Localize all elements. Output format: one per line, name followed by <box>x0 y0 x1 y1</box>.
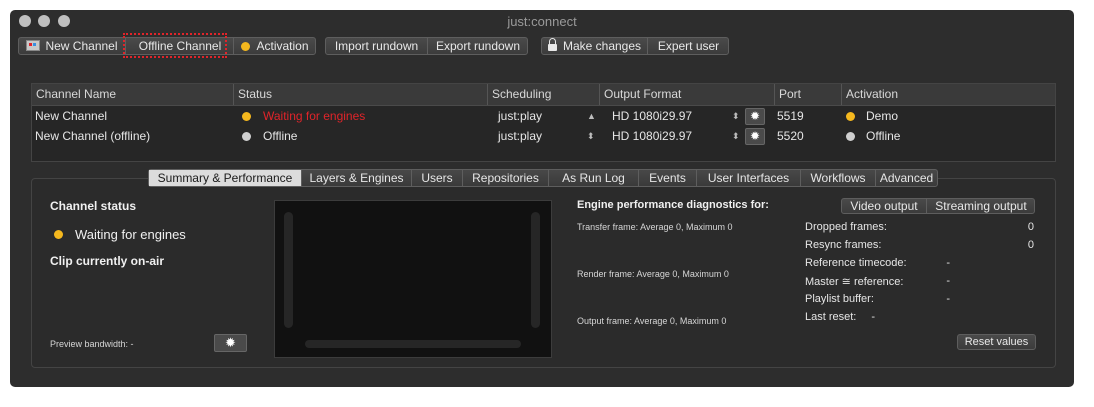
port-cell: 5520 <box>777 129 804 143</box>
port-cell: 5519 <box>777 109 804 123</box>
import-rundown-button[interactable]: Import rundown <box>326 38 427 54</box>
preview-bandwidth-label: Preview bandwidth: - <box>50 339 134 349</box>
tab-bar: Summary & Performance Layers & Engines U… <box>148 169 938 187</box>
make-changes-label: Make changes <box>562 39 642 53</box>
output-format-cell[interactable]: HD 1080i29.97 <box>612 106 692 126</box>
preview-area <box>274 200 552 358</box>
new-channel-icon <box>26 40 41 52</box>
video-output-button[interactable]: Video output <box>842 199 926 213</box>
scheduling-cell[interactable]: just:play <box>498 106 542 126</box>
output-frame-text: Output frame: Average 0, Maximum 0 <box>577 316 727 326</box>
tab-events[interactable]: Events <box>638 170 696 186</box>
lock-icon <box>547 38 557 52</box>
stat-value: - <box>871 311 875 323</box>
channels-table: Channel Name Status Scheduling Output Fo… <box>31 83 1056 162</box>
new-channel-button[interactable]: New Channel <box>19 38 125 54</box>
export-rundown-button[interactable]: Export rundown <box>427 38 528 54</box>
status-cell: Offline <box>242 126 297 146</box>
activation-dot-icon <box>846 112 855 122</box>
table-row[interactable]: New Channel Waiting for engines just:pla… <box>32 106 1055 126</box>
table-header: Channel Name Status Scheduling Output Fo… <box>32 84 1055 106</box>
stepper-icon[interactable]: ⬍ <box>587 126 595 146</box>
stat-label: Dropped frames: <box>805 221 887 233</box>
preview-settings-gear-icon[interactable]: ✹ <box>214 334 247 352</box>
column-header-activation[interactable]: Activation <box>842 84 1055 105</box>
main-window: just:connect New Channel Offline Channel… <box>10 10 1074 387</box>
make-changes-button[interactable]: Make changes <box>542 38 647 54</box>
status-text: Offline <box>263 129 298 143</box>
performance-title: Engine performance diagnostics for: <box>577 199 769 211</box>
output-format-cell[interactable]: HD 1080i29.97 <box>612 126 692 146</box>
status-text: Waiting for engines <box>263 109 366 123</box>
channel-name-cell: New Channel (offline) <box>35 129 151 143</box>
status-dot-icon <box>242 132 251 142</box>
title-bar: just:connect <box>10 10 1074 32</box>
tab-users[interactable]: Users <box>411 170 462 186</box>
expert-user-label: Expert user <box>657 39 720 53</box>
activation-status-icon <box>241 42 251 52</box>
new-channel-label: New Channel <box>45 39 118 53</box>
preview-bottom-bar <box>305 340 521 348</box>
export-rundown-label: Export rundown <box>435 39 521 53</box>
stepper-icon[interactable]: ▲ <box>587 106 596 126</box>
rundown-toolbar-group: Import rundown Export rundown <box>325 37 528 55</box>
tab-repositories[interactable]: Repositories <box>462 170 548 186</box>
channel-status-title: Channel status <box>50 199 137 213</box>
activation-text: Offline <box>866 129 901 143</box>
render-frame-text: Render frame: Average 0, Maximum 0 <box>577 269 729 279</box>
channel-status-dot-icon <box>54 230 63 240</box>
column-header-channel-name[interactable]: Channel Name <box>32 84 234 105</box>
status-cell: Waiting for engines <box>242 106 365 126</box>
expert-user-button[interactable]: Expert user <box>647 38 729 54</box>
scheduling-cell[interactable]: just:play <box>498 126 542 146</box>
tab-workflows[interactable]: Workflows <box>800 170 875 186</box>
output-selector: Video output Streaming output <box>841 198 1035 214</box>
streaming-output-button[interactable]: Streaming output <box>926 199 1035 213</box>
tab-as-run-log[interactable]: As Run Log <box>548 170 638 186</box>
status-dot-icon <box>242 112 251 122</box>
stat-label: Reference timecode: <box>805 257 907 269</box>
stat-label: Master ≅ reference: <box>805 276 904 288</box>
activation-text: Demo <box>866 109 899 123</box>
channel-status: Waiting for engines <box>54 227 186 242</box>
column-header-status[interactable]: Status <box>234 84 488 105</box>
permissions-toolbar-group: Make changes Expert user <box>541 37 729 55</box>
stepper-icon[interactable]: ⬍ <box>732 106 740 126</box>
transfer-frame-text: Transfer frame: Average 0, Maximum 0 <box>577 222 733 232</box>
tab-layers-engines[interactable]: Layers & Engines <box>301 170 411 186</box>
selection-highlight <box>123 33 227 58</box>
stat-value: - <box>946 257 950 269</box>
window-title: just:connect <box>507 14 577 29</box>
activation-dot-icon <box>846 132 855 142</box>
activation-cell: Demo <box>846 106 898 126</box>
table-row[interactable]: New Channel (offline) Offline just:play … <box>32 126 1055 146</box>
clip-on-air-title: Clip currently on-air <box>50 254 165 268</box>
tab-summary-performance[interactable]: Summary & Performance <box>149 170 301 186</box>
stat-value: 0 <box>1027 239 1034 251</box>
column-header-scheduling[interactable]: Scheduling <box>488 84 600 105</box>
stat-label: Resync frames: <box>805 239 882 251</box>
activation-label: Activation <box>256 39 309 53</box>
stat-value: - <box>946 275 950 287</box>
stat-value: 0 <box>1027 221 1034 233</box>
import-rundown-label: Import rundown <box>334 39 419 53</box>
preview-right-bar <box>531 212 540 328</box>
stat-value: - <box>946 293 950 305</box>
stat-label: Last reset: <box>805 311 857 323</box>
stepper-icon[interactable]: ⬍ <box>732 126 740 146</box>
column-header-port[interactable]: Port <box>775 84 842 105</box>
reset-values-button[interactable]: Reset values <box>957 334 1036 350</box>
preview-left-bar <box>284 212 293 328</box>
column-header-output-format[interactable]: Output Format <box>600 84 775 105</box>
tab-advanced[interactable]: Advanced <box>875 170 937 186</box>
tab-user-interfaces[interactable]: User Interfaces <box>696 170 800 186</box>
gear-icon[interactable]: ✹ <box>745 128 765 145</box>
channel-status-text: Waiting for engines <box>75 227 186 242</box>
activation-cell: Offline <box>846 126 900 146</box>
channel-name-cell: New Channel <box>35 109 108 123</box>
activation-button[interactable]: Activation <box>233 38 316 54</box>
stat-label: Playlist buffer: <box>805 293 874 305</box>
gear-icon[interactable]: ✹ <box>745 108 765 125</box>
